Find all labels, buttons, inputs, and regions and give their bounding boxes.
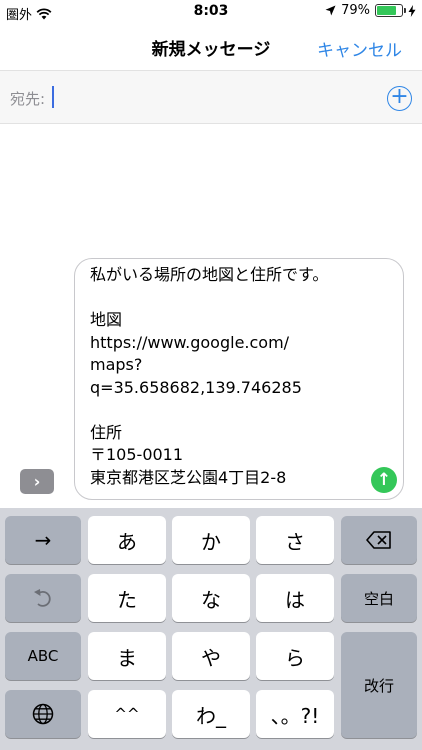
to-field-row[interactable]: 宛先: + <box>0 70 422 124</box>
location-arrow-icon <box>325 5 336 16</box>
arrow-up-icon: ↑ <box>376 470 392 490</box>
status-bar: 圏外 8:03 79% <box>0 0 422 24</box>
to-label: 宛先: <box>10 90 46 108</box>
return-button[interactable]: 改行 <box>341 632 417 738</box>
chevron-right-icon: › <box>33 472 41 491</box>
cancel-button[interactable]: キャンセル <box>317 36 402 61</box>
key-na[interactable]: な <box>172 574 250 622</box>
delete-icon <box>366 531 391 549</box>
key-ta[interactable]: た <box>88 574 166 622</box>
key-next-label: → <box>34 528 52 552</box>
globe-icon <box>32 703 54 725</box>
key-ma[interactable]: ま <box>88 632 166 680</box>
key-wa[interactable]: わ_ <box>172 690 250 738</box>
key-ka[interactable]: か <box>172 516 250 564</box>
delete-button[interactable] <box>341 516 417 564</box>
undo-icon <box>34 589 51 607</box>
text-caret <box>52 86 54 108</box>
key-ya[interactable]: や <box>172 632 250 680</box>
key-punctuation[interactable]: 、。?! <box>256 690 334 738</box>
key-ra[interactable]: ら <box>256 632 334 680</box>
globe-button[interactable] <box>5 690 81 738</box>
battery-fill <box>377 6 396 15</box>
battery-icon <box>375 4 406 17</box>
space-button[interactable]: 空白 <box>341 574 417 622</box>
abc-button[interactable]: ABC <box>5 632 81 680</box>
status-right: 79% <box>325 3 416 18</box>
battery-percent: 79% <box>341 3 370 18</box>
key-ha[interactable]: は <box>256 574 334 622</box>
undo-button[interactable] <box>5 574 81 622</box>
send-button[interactable]: ↑ <box>371 467 397 493</box>
nav-title: 新規メッセージ <box>151 39 271 60</box>
message-input[interactable]: 私がいる場所の地図と住所です。 地図 https://www.google.co… <box>74 258 404 500</box>
nav-bar: 新規メッセージ キャンセル <box>0 24 422 70</box>
keyboard: → あ か さ た な は 空白 ABC ま や ら 改行 ^^ わ_ 、。?! <box>0 508 422 750</box>
key-sa[interactable]: さ <box>256 516 334 564</box>
charging-bolt-icon <box>408 4 416 17</box>
message-text: 私がいる場所の地図と住所です。 地図 https://www.google.co… <box>90 265 329 487</box>
expand-apps-button[interactable]: › <box>20 469 54 494</box>
key-next-candidate[interactable]: → <box>5 516 81 564</box>
plus-circle-icon[interactable]: + <box>387 86 412 111</box>
key-kaomoji[interactable]: ^^ <box>88 690 166 738</box>
key-a[interactable]: あ <box>88 516 166 564</box>
